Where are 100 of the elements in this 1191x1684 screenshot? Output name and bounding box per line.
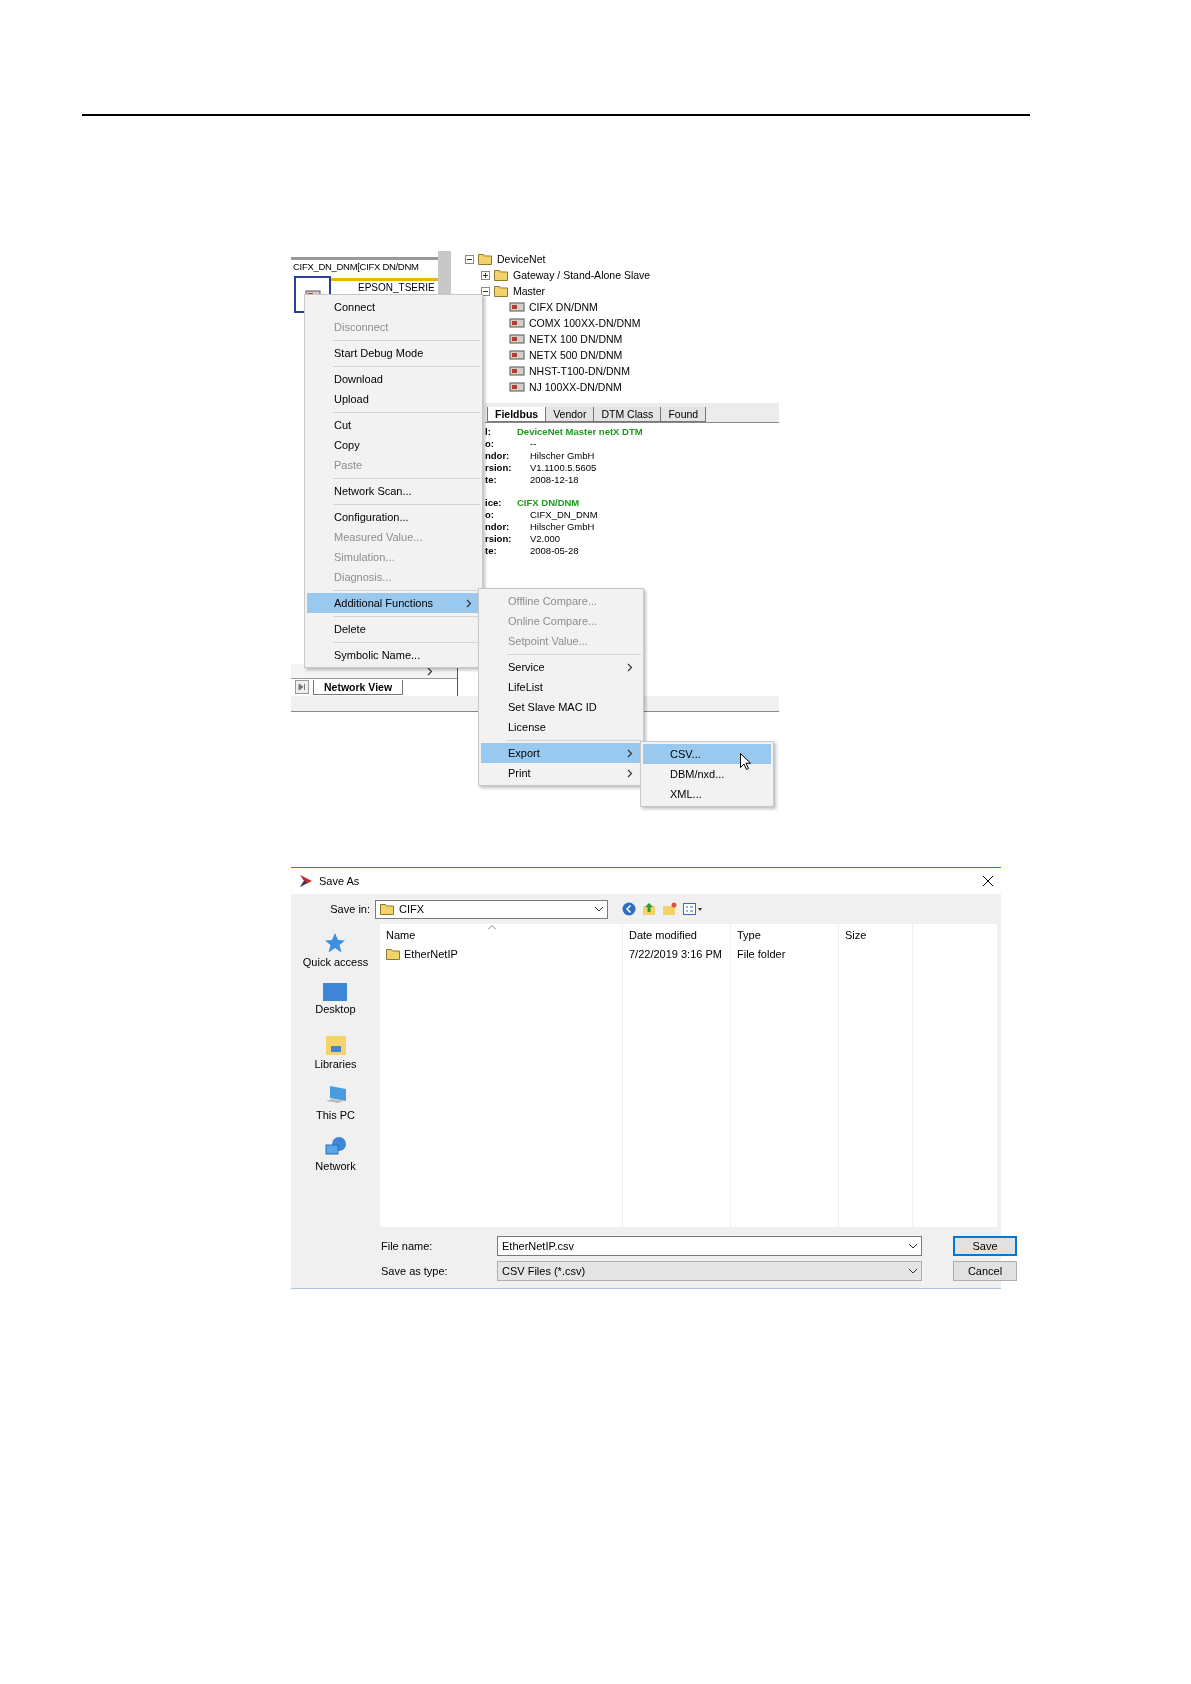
network-icon bbox=[323, 1136, 348, 1158]
menu-item[interactable]: XML... bbox=[643, 784, 771, 804]
expand-icon[interactable] bbox=[481, 270, 490, 280]
last-page-icon bbox=[298, 683, 306, 691]
scrollbar[interactable] bbox=[438, 251, 451, 296]
dialog-button[interactable]: Save bbox=[953, 1236, 1017, 1256]
tab[interactable]: Network View bbox=[313, 679, 404, 695]
menu-item[interactable]: Export bbox=[481, 743, 641, 763]
app-icon bbox=[299, 874, 313, 888]
window-title: Save As bbox=[319, 875, 361, 887]
menu-item[interactable]: Connect bbox=[307, 297, 480, 317]
menu-item[interactable]: Configuration... bbox=[307, 507, 480, 527]
info-value: Hilscher GmbH bbox=[530, 520, 595, 532]
menu-item[interactable]: Start Debug Mode bbox=[307, 343, 480, 363]
device-icon bbox=[509, 349, 525, 361]
folder-icon bbox=[380, 903, 394, 915]
menu-item[interactable]: Delete bbox=[307, 619, 480, 639]
sort-caret-icon bbox=[488, 925, 496, 930]
info-value: 2008-12-18 bbox=[530, 473, 579, 485]
back-icon[interactable] bbox=[622, 902, 636, 916]
collapse-icon[interactable] bbox=[481, 286, 490, 296]
info-label: ndor: bbox=[485, 449, 511, 461]
tree-item[interactable]: CIFX DN/DNM bbox=[529, 301, 598, 313]
new-folder-icon[interactable] bbox=[662, 902, 677, 916]
file-type-dropdown[interactable]: CSV Files (*.csv) bbox=[497, 1261, 922, 1281]
table-cell: File folder bbox=[737, 948, 786, 960]
menu-item[interactable]: LifeList bbox=[481, 677, 641, 697]
info-label: rsion: bbox=[485, 532, 513, 544]
column-header[interactable]: Date modified bbox=[629, 929, 697, 941]
info-label: o: bbox=[485, 437, 495, 449]
column-header[interactable]: Type bbox=[737, 929, 761, 941]
field-label: Save as type: bbox=[381, 1265, 449, 1277]
close-icon[interactable] bbox=[983, 876, 993, 886]
menu-item[interactable]: License bbox=[481, 717, 641, 737]
sidebar-place[interactable]: Libraries bbox=[314, 1034, 357, 1085]
folder-icon bbox=[478, 253, 492, 265]
info-label: o: bbox=[485, 508, 495, 520]
desktop-icon bbox=[323, 983, 348, 1001]
menu-item[interactable]: Download bbox=[307, 369, 480, 389]
tree-item[interactable]: Master bbox=[513, 285, 546, 297]
tree-item[interactable]: COMX 100XX-DN/DNM bbox=[529, 317, 641, 329]
info-label: te: bbox=[485, 544, 498, 556]
info-label: ice: bbox=[485, 496, 503, 508]
file-name-field[interactable]: EtherNetIP.csv bbox=[497, 1236, 922, 1256]
info-label: te: bbox=[485, 473, 498, 485]
tree-item[interactable]: NJ 100XX-DN/DNM bbox=[529, 381, 622, 393]
info-label: l: bbox=[485, 425, 492, 437]
collapse-icon[interactable] bbox=[465, 254, 474, 264]
up-folder-icon[interactable] bbox=[642, 902, 656, 916]
view-menu-icon[interactable] bbox=[683, 903, 703, 915]
tree-item[interactable]: NETX 500 DN/DNM bbox=[529, 349, 623, 361]
menu-item[interactable]: Upload bbox=[307, 389, 480, 409]
sidebar-place[interactable]: Network bbox=[315, 1136, 356, 1187]
info-value: Hilscher GmbH bbox=[530, 449, 595, 461]
folder-icon bbox=[386, 948, 400, 960]
tree-item[interactable]: NETX 100 DN/DNM bbox=[529, 333, 623, 345]
field-label: File name: bbox=[381, 1240, 434, 1252]
tree-item[interactable]: NHST-T100-DN/DNM bbox=[529, 365, 630, 377]
dropdown-icon bbox=[909, 1243, 917, 1249]
menu-item[interactable]: Cut bbox=[307, 415, 480, 435]
menu-item[interactable]: Print bbox=[481, 763, 641, 783]
sidebar-place[interactable]: Quick access bbox=[302, 932, 369, 983]
sidebar-place[interactable]: Desktop bbox=[315, 983, 356, 1034]
info-heading: CIFX DN/DNM bbox=[517, 496, 580, 508]
info-value: V2.000 bbox=[530, 532, 561, 544]
menu-item[interactable]: Service bbox=[481, 657, 641, 677]
sidebar-place[interactable]: This PC bbox=[315, 1085, 356, 1136]
device-icon bbox=[509, 317, 525, 329]
device-icon bbox=[509, 381, 525, 393]
info-value: CIFX_DN_DNM bbox=[530, 508, 598, 520]
device-icon bbox=[509, 365, 525, 377]
file-name[interactable]: EtherNetIP bbox=[404, 948, 458, 960]
info-heading: DeviceNet Master netX DTM bbox=[517, 425, 643, 437]
menu-item[interactable]: DBM/nxd... bbox=[643, 764, 771, 784]
menu-item[interactable]: CSV... bbox=[643, 744, 771, 764]
menu-item[interactable]: Set Slave MAC ID bbox=[481, 697, 641, 717]
dropdown-icon bbox=[595, 906, 603, 912]
tree-item[interactable]: Gateway / Stand-Alone Slave bbox=[513, 269, 651, 281]
folder-icon bbox=[494, 269, 508, 281]
menu-item[interactable]: Network Scan... bbox=[307, 481, 480, 501]
tab-scroll-button[interactable] bbox=[295, 680, 309, 694]
tab[interactable]: DTM Class bbox=[593, 407, 662, 422]
menu-item[interactable]: Symbolic Name... bbox=[307, 645, 480, 665]
device-icon bbox=[509, 333, 525, 345]
libraries-icon bbox=[324, 1034, 347, 1056]
menu-item[interactable]: Copy bbox=[307, 435, 480, 455]
tab[interactable]: Vendor bbox=[545, 407, 595, 422]
save-in-dropdown[interactable]: CIFX bbox=[375, 899, 608, 919]
info-label: rsion: bbox=[485, 461, 513, 473]
table-cell: 7/22/2019 3:16 PM bbox=[629, 948, 722, 960]
tab[interactable]: Fieldbus bbox=[487, 407, 547, 422]
dialog-button[interactable]: Cancel bbox=[953, 1261, 1017, 1281]
info-value: -- bbox=[530, 437, 537, 449]
tab[interactable]: Found bbox=[660, 407, 707, 422]
chevron-icon bbox=[466, 598, 472, 608]
chevron-icon bbox=[627, 662, 633, 672]
tree-item[interactable]: DeviceNet bbox=[497, 253, 546, 265]
column-header[interactable]: Size bbox=[845, 929, 867, 941]
menu-item[interactable]: Additional Functions bbox=[307, 593, 480, 613]
column-header[interactable]: Name bbox=[386, 929, 416, 941]
